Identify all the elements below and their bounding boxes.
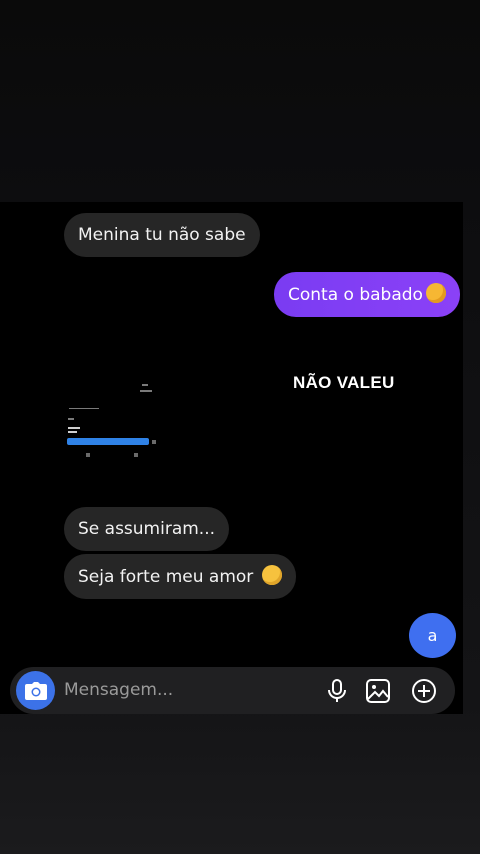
story-caption: NÃO VALEU: [293, 373, 395, 392]
message-bubble-outgoing[interactable]: Conta o babado: [274, 272, 460, 317]
message-bubble-incoming[interactable]: Seja forte meu amor: [64, 554, 296, 599]
message-input[interactable]: Mensagem...: [64, 680, 173, 700]
pleading-face-icon: [261, 565, 282, 585]
chat-thread: Menina tu não sabe Conta o babado NÃO VA…: [0, 202, 463, 714]
message-text: Menina tu não sabe: [78, 225, 246, 245]
message-text: Se assumiram...: [78, 519, 216, 539]
message-text: a: [427, 625, 438, 645]
message-bubble-incoming[interactable]: Se assumiram...: [64, 507, 230, 551]
smiling-face-with-hearts-icon: [425, 283, 446, 303]
message-bubble-incoming[interactable]: Menina tu não sabe: [64, 213, 260, 257]
screenshot-thumbnail[interactable]: [64, 380, 162, 462]
plus-icon[interactable]: [411, 678, 437, 704]
message-bubble-outgoing[interactable]: a: [409, 613, 456, 658]
message-composer: Mensagem...: [10, 667, 455, 714]
gallery-icon[interactable]: [365, 678, 391, 704]
message-text: Seja forte meu amor: [78, 567, 254, 587]
microphone-icon[interactable]: [324, 678, 350, 704]
message-text: Conta o babado: [288, 285, 423, 305]
camera-icon[interactable]: [16, 671, 55, 710]
